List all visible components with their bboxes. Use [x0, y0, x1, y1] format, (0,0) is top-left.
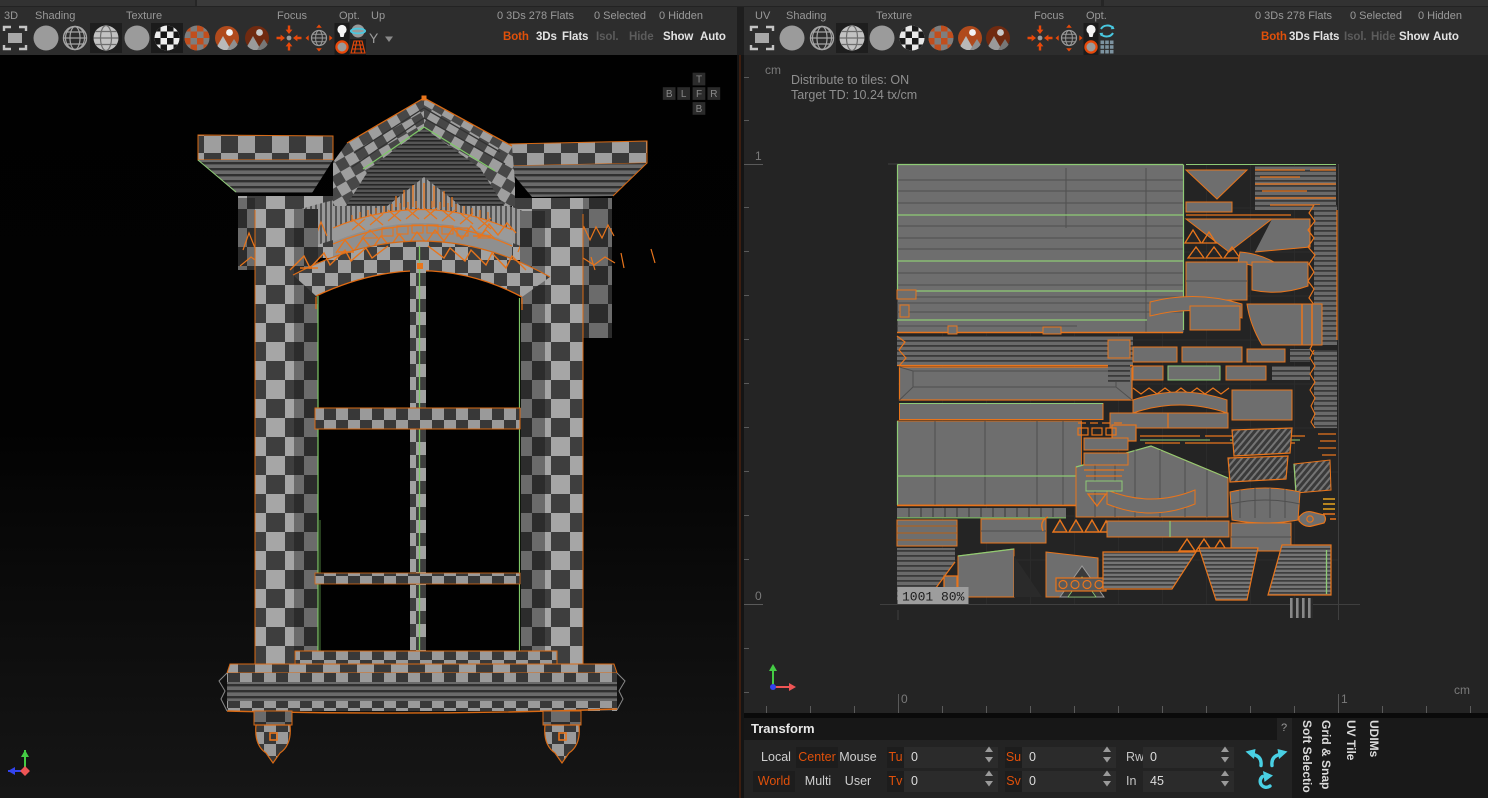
svg-text:cm: cm: [1454, 683, 1470, 697]
svg-text:0: 0: [755, 589, 762, 603]
svg-text:Distribute to tiles: ON: Distribute to tiles: ON: [791, 73, 909, 87]
svg-text:T: T: [696, 75, 702, 86]
svg-text:Y: Y: [369, 30, 379, 46]
svg-text:B: B: [666, 89, 673, 100]
svg-text:Target TD: 10.24 tx/cm: Target TD: 10.24 tx/cm: [791, 88, 917, 102]
svg-text:R: R: [710, 89, 717, 100]
svg-text:1: 1: [755, 149, 762, 163]
svg-text:1001 80%: 1001 80%: [902, 590, 965, 605]
svg-text:cm: cm: [765, 63, 781, 77]
svg-text:F: F: [696, 89, 702, 100]
svg-text:0: 0: [901, 692, 908, 706]
svg-text:1: 1: [1341, 692, 1348, 706]
svg-text:B: B: [696, 104, 703, 115]
svg-text:L: L: [681, 89, 687, 100]
